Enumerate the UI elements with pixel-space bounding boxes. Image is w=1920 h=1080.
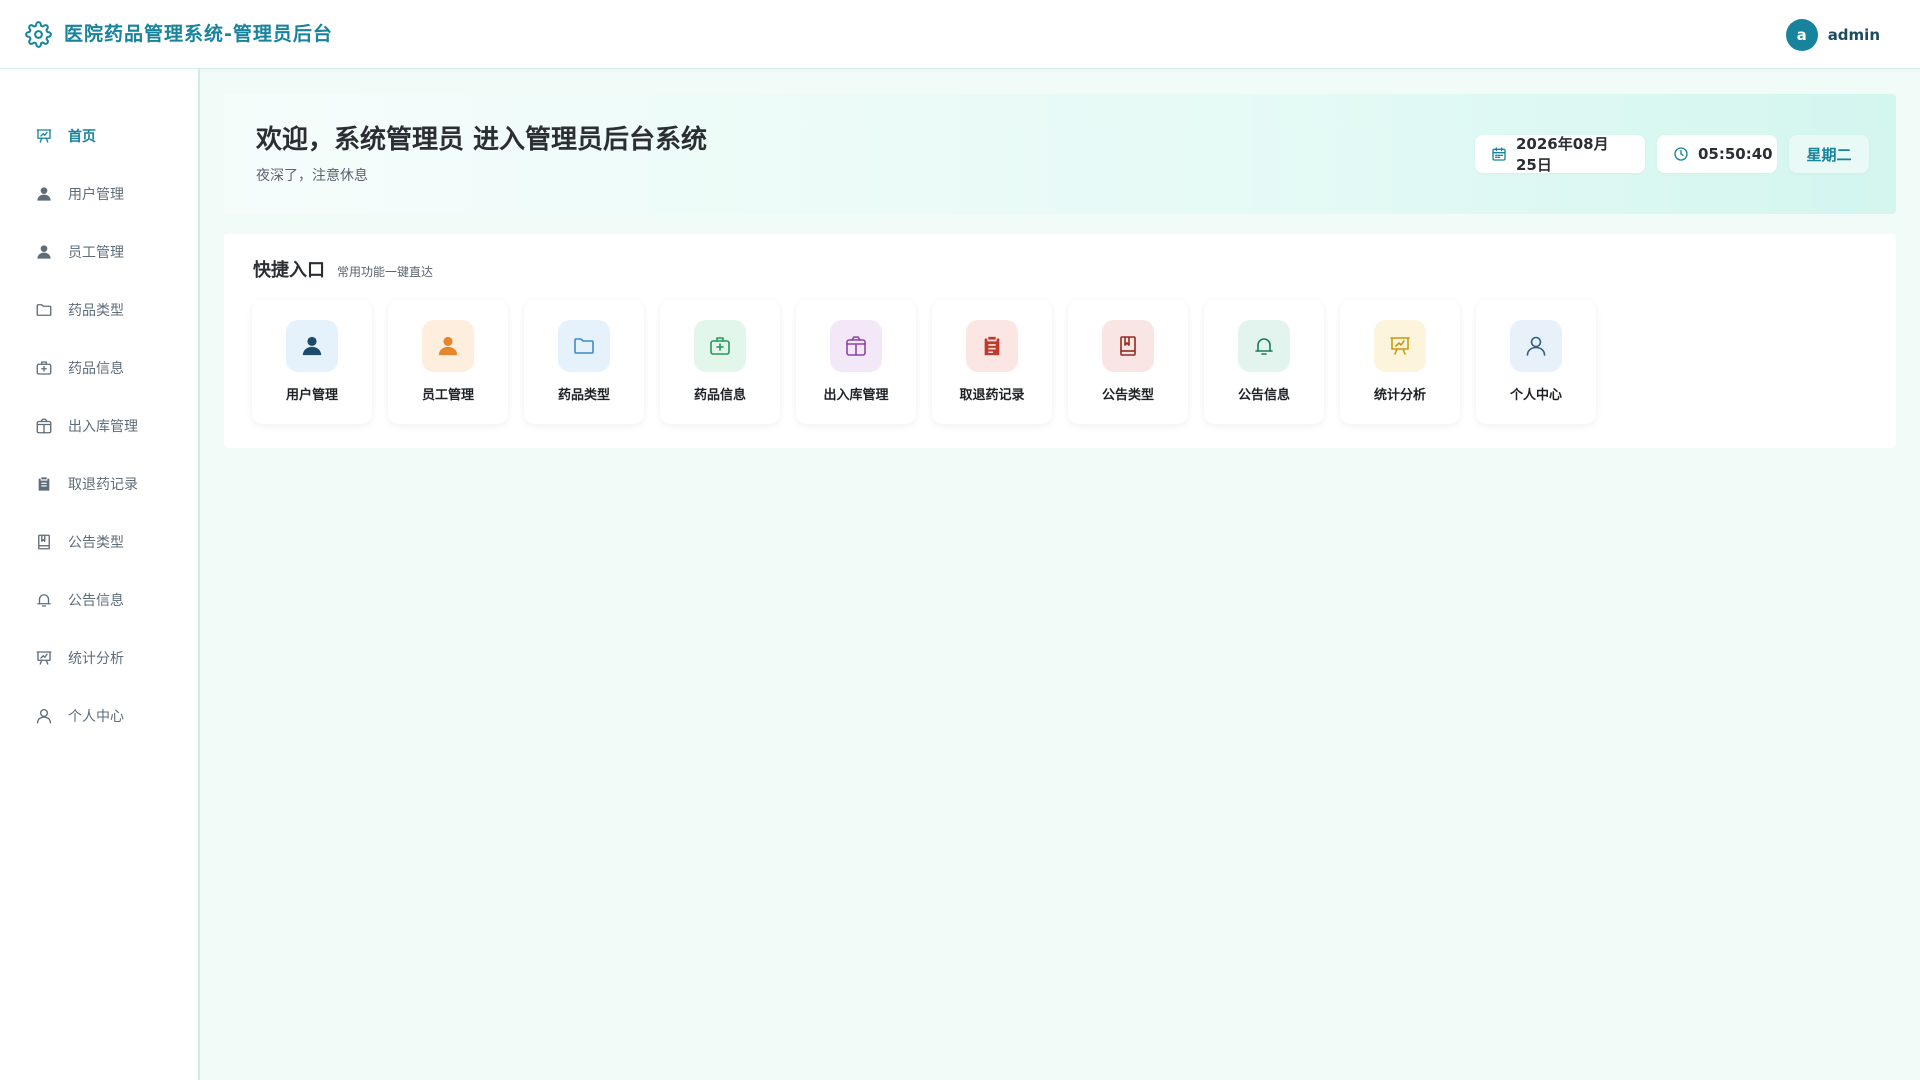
sidebar-item-notices[interactable]: 公告信息 <box>0 580 198 620</box>
quick-card-label: 公告类型 <box>1101 388 1154 403</box>
user-filled-icon <box>35 185 53 203</box>
time-text: 05:50:40 <box>1698 145 1773 163</box>
sidebar-item-staff[interactable]: 员工管理 <box>0 232 198 272</box>
folder-icon <box>35 301 53 319</box>
sidebar-item-drug-types[interactable]: 药品类型 <box>0 290 198 330</box>
sidebar-item-label: 用户管理 <box>68 187 124 203</box>
user-outline-icon <box>35 707 53 725</box>
bell-icon <box>1238 320 1290 372</box>
quick-entry-subtitle: 常用功能一键直达 <box>337 265 434 279</box>
username[interactable]: admin <box>1828 26 1880 44</box>
quick-entry-panel: 快捷入口 常用功能一键直达 用户管理 员工管理 药品类型 药品信息 出入库管理 <box>224 234 1896 448</box>
sidebar-item-label: 药品信息 <box>68 361 124 377</box>
box-icon <box>830 320 882 372</box>
quick-card-label: 药品类型 <box>557 388 610 403</box>
sidebar-item-label: 出入库管理 <box>68 419 138 435</box>
quick-card-drug-types[interactable]: 药品类型 <box>524 300 644 424</box>
user-filled-icon <box>286 320 338 372</box>
sidebar-item-home[interactable]: 首页 <box>0 116 198 156</box>
date-chip: 2026年08月25日 <box>1475 135 1645 174</box>
quick-card-pickup-records[interactable]: 取退药记录 <box>932 300 1052 424</box>
sidebar-item-drug-info[interactable]: 药品信息 <box>0 348 198 388</box>
date-text: 2026年08月25日 <box>1516 135 1609 174</box>
sidebar-item-label: 取退药记录 <box>68 477 138 493</box>
quick-card-notices[interactable]: 公告信息 <box>1204 300 1324 424</box>
quick-card-users[interactable]: 用户管理 <box>252 300 372 424</box>
presentation-chart-icon <box>1374 320 1426 372</box>
sidebar-item-statistics[interactable]: 统计分析 <box>0 638 198 678</box>
weekday-chip: 星期二 <box>1789 135 1869 173</box>
sidebar-item-stock[interactable]: 出入库管理 <box>0 406 198 446</box>
sidebar-item-label: 公告类型 <box>68 535 124 551</box>
welcome-title: 欢迎，系统管理员 进入管理员后台系统 <box>256 125 708 155</box>
sidebar-item-label: 统计分析 <box>68 651 124 667</box>
quick-card-staff[interactable]: 员工管理 <box>388 300 508 424</box>
user-filled-icon <box>35 243 53 261</box>
calendar-icon <box>1491 146 1507 162</box>
quick-card-label: 取退药记录 <box>959 388 1025 403</box>
sidebar-item-pickup-records[interactable]: 取退药记录 <box>0 464 198 504</box>
book-icon <box>1102 320 1154 372</box>
quick-card-label: 员工管理 <box>421 388 474 403</box>
first-aid-kit-icon <box>35 359 53 377</box>
folder-icon <box>558 320 610 372</box>
quick-card-statistics[interactable]: 统计分析 <box>1340 300 1460 424</box>
quick-card-label: 个人中心 <box>1509 388 1562 403</box>
book-icon <box>35 533 53 551</box>
bell-icon <box>35 591 53 609</box>
presentation-chart-icon <box>35 127 53 145</box>
sidebar-item-notice-types[interactable]: 公告类型 <box>0 522 198 562</box>
clock-icon <box>1673 146 1689 162</box>
top-header: 医院药品管理系统-管理员后台 a admin <box>0 0 1920 69</box>
presentation-chart-icon <box>35 649 53 667</box>
sidebar-item-label: 首页 <box>68 129 96 145</box>
quick-card-label: 用户管理 <box>285 388 338 403</box>
avatar[interactable]: a <box>1785 19 1818 51</box>
welcome-banner: 欢迎，系统管理员 进入管理员后台系统 夜深了，注意休息 2026年08月25日 … <box>224 94 1896 214</box>
quick-card-label: 药品信息 <box>693 388 746 403</box>
quick-card-label: 公告信息 <box>1237 388 1290 403</box>
quick-card-label: 统计分析 <box>1373 388 1426 403</box>
box-icon <box>35 417 53 435</box>
sidebar-item-profile[interactable]: 个人中心 <box>0 696 198 736</box>
time-chip: 05:50:40 <box>1657 135 1777 173</box>
gear-icon[interactable] <box>25 21 52 48</box>
user-outline-icon <box>1510 320 1562 372</box>
quick-card-notice-types[interactable]: 公告类型 <box>1068 300 1188 424</box>
welcome-subtitle: 夜深了，注意休息 <box>256 168 368 184</box>
quick-card-profile[interactable]: 个人中心 <box>1476 300 1596 424</box>
sidebar-item-users[interactable]: 用户管理 <box>0 174 198 214</box>
clipboard-icon <box>966 320 1018 372</box>
sidebar-item-label: 药品类型 <box>68 303 124 319</box>
sidebar-item-label: 员工管理 <box>68 245 124 261</box>
app-title: 医院药品管理系统-管理员后台 <box>64 23 333 45</box>
quick-card-label: 出入库管理 <box>823 388 889 403</box>
clipboard-icon <box>35 475 53 493</box>
quick-card-drug-info[interactable]: 药品信息 <box>660 300 780 424</box>
sidebar-item-label: 公告信息 <box>68 593 124 609</box>
sidebar: 首页 用户管理 员工管理 药品类型 药品信息 出入库管理 取退药记录 公告类型 … <box>0 69 200 1080</box>
user-filled-icon <box>422 320 474 372</box>
user-menu[interactable]: a admin <box>1785 19 1880 51</box>
first-aid-kit-icon <box>694 320 746 372</box>
quick-entry-title: 快捷入口 <box>253 260 325 281</box>
sidebar-item-label: 个人中心 <box>68 709 124 725</box>
quick-card-stock[interactable]: 出入库管理 <box>796 300 916 424</box>
